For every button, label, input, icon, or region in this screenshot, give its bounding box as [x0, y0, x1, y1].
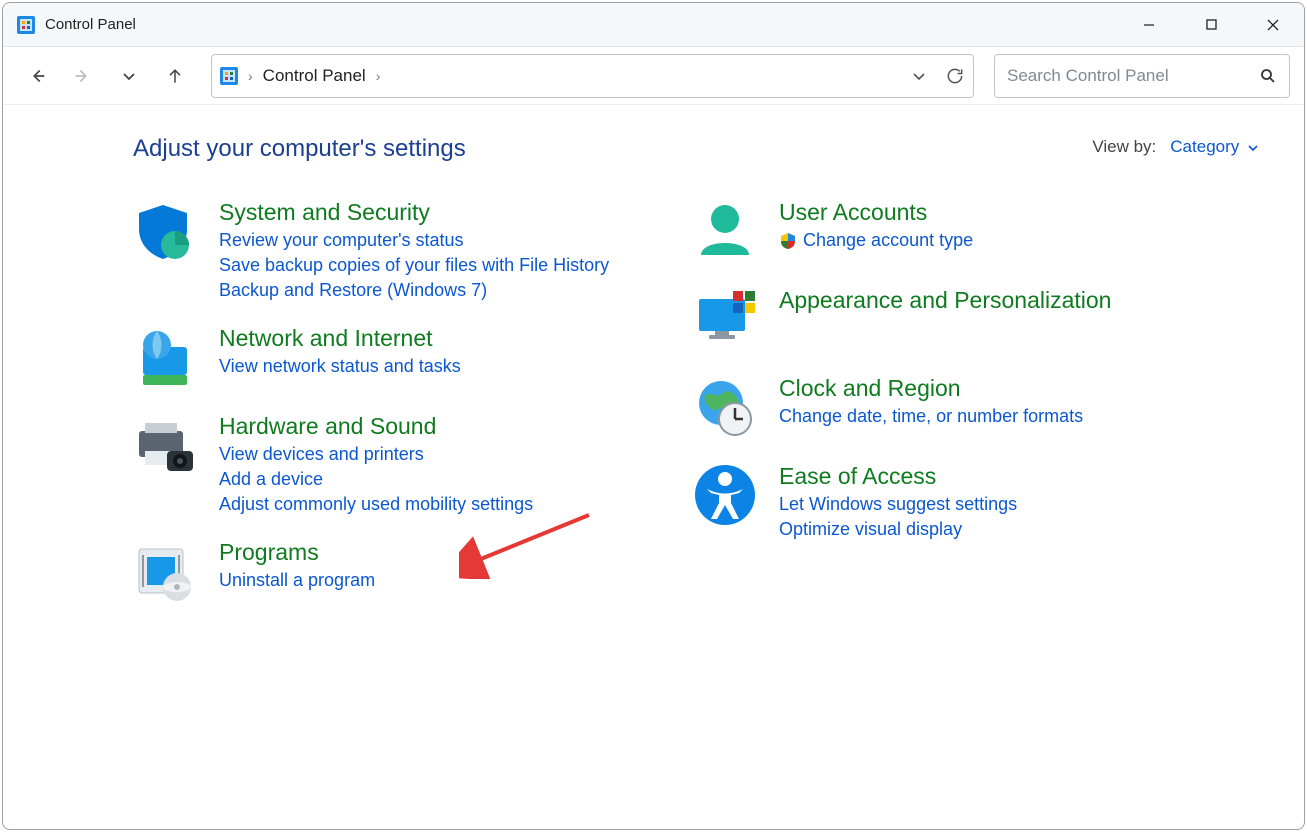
address-bar[interactable]: › Control Panel › — [211, 54, 974, 98]
category-title-link[interactable]: Network and Internet — [219, 325, 461, 352]
breadcrumb[interactable]: Control Panel — [263, 66, 366, 86]
view-by-label: View by: — [1092, 137, 1156, 157]
network-icon — [133, 325, 197, 389]
back-button[interactable] — [17, 56, 57, 96]
control-panel-window: Control Panel — [2, 2, 1305, 830]
category-title-link[interactable]: Programs — [219, 539, 375, 566]
category-ease-of-access: Ease of Access Let Windows suggest setti… — [693, 463, 1213, 540]
navbar: › Control Panel › — [3, 47, 1304, 105]
content-area: Adjust your computer's settings View by:… — [3, 105, 1304, 829]
category-clock-and-region: Clock and Region Change date, time, or n… — [693, 375, 1213, 439]
view-by-dropdown[interactable]: Category — [1170, 137, 1258, 157]
search-box[interactable] — [994, 54, 1290, 98]
address-history-dropdown[interactable] — [911, 68, 927, 84]
close-button[interactable] — [1242, 3, 1304, 46]
category-sublink[interactable]: View network status and tasks — [219, 356, 461, 377]
search-icon[interactable] — [1259, 67, 1277, 85]
window-controls — [1118, 3, 1304, 46]
category-sublink[interactable]: Backup and Restore (Windows 7) — [219, 280, 609, 301]
category-title-link[interactable]: Appearance and Personalization — [779, 287, 1111, 314]
chevron-right-icon: › — [376, 68, 381, 84]
category-title-link[interactable]: User Accounts — [779, 199, 973, 226]
user-icon — [693, 199, 757, 263]
category-sublink[interactable]: Optimize visual display — [779, 519, 1017, 540]
category-title-link[interactable]: Hardware and Sound — [219, 413, 533, 440]
chevron-right-icon: › — [248, 68, 253, 84]
category-appearance-and-personalization: Appearance and Personalization — [693, 287, 1213, 351]
uac-shield-icon — [779, 232, 797, 250]
view-by-control: View by: Category — [1092, 137, 1258, 157]
forward-button[interactable] — [63, 56, 103, 96]
refresh-button[interactable] — [945, 66, 965, 86]
category-sublink[interactable]: Add a device — [219, 469, 533, 490]
monitor-apps-icon — [693, 287, 757, 351]
category-network-and-internet: Network and Internet View network status… — [133, 325, 653, 389]
printer-camera-icon — [133, 413, 197, 477]
accessibility-icon — [693, 463, 757, 527]
titlebar: Control Panel — [3, 3, 1304, 47]
category-programs: Programs Uninstall a program — [133, 539, 653, 603]
category-sublink[interactable]: Adjust commonly used mobility settings — [219, 494, 533, 515]
category-hardware-and-sound: Hardware and Sound View devices and prin… — [133, 413, 653, 515]
control-panel-app-icon — [17, 16, 35, 34]
category-sublink[interactable]: View devices and printers — [219, 444, 533, 465]
globe-clock-icon — [693, 375, 757, 439]
search-input[interactable] — [1007, 66, 1227, 86]
category-sublink[interactable]: Uninstall a program — [219, 570, 375, 591]
minimize-button[interactable] — [1118, 3, 1180, 46]
up-button[interactable] — [155, 56, 195, 96]
category-title-link[interactable]: System and Security — [219, 199, 609, 226]
recent-locations-button[interactable] — [109, 56, 149, 96]
category-sublink[interactable]: Change date, time, or number formats — [779, 406, 1083, 427]
right-column: User Accounts Change account type — [693, 199, 1213, 603]
shield-icon — [133, 199, 197, 263]
category-sublink[interactable]: Save backup copies of your files with Fi… — [219, 255, 609, 276]
category-sublink[interactable]: Let Windows suggest settings — [779, 494, 1017, 515]
category-title-link[interactable]: Clock and Region — [779, 375, 1083, 402]
address-app-icon — [220, 67, 238, 85]
category-system-and-security: System and Security Review your computer… — [133, 199, 653, 301]
left-column: System and Security Review your computer… — [133, 199, 653, 603]
maximize-button[interactable] — [1180, 3, 1242, 46]
category-title-link[interactable]: Ease of Access — [779, 463, 1017, 490]
window-title: Control Panel — [45, 16, 136, 33]
programs-icon — [133, 539, 197, 603]
category-sublink[interactable]: Review your computer's status — [219, 230, 609, 251]
category-columns: System and Security Review your computer… — [133, 199, 1264, 603]
category-user-accounts: User Accounts Change account type — [693, 199, 1213, 263]
category-sublink[interactable]: Change account type — [779, 230, 973, 251]
